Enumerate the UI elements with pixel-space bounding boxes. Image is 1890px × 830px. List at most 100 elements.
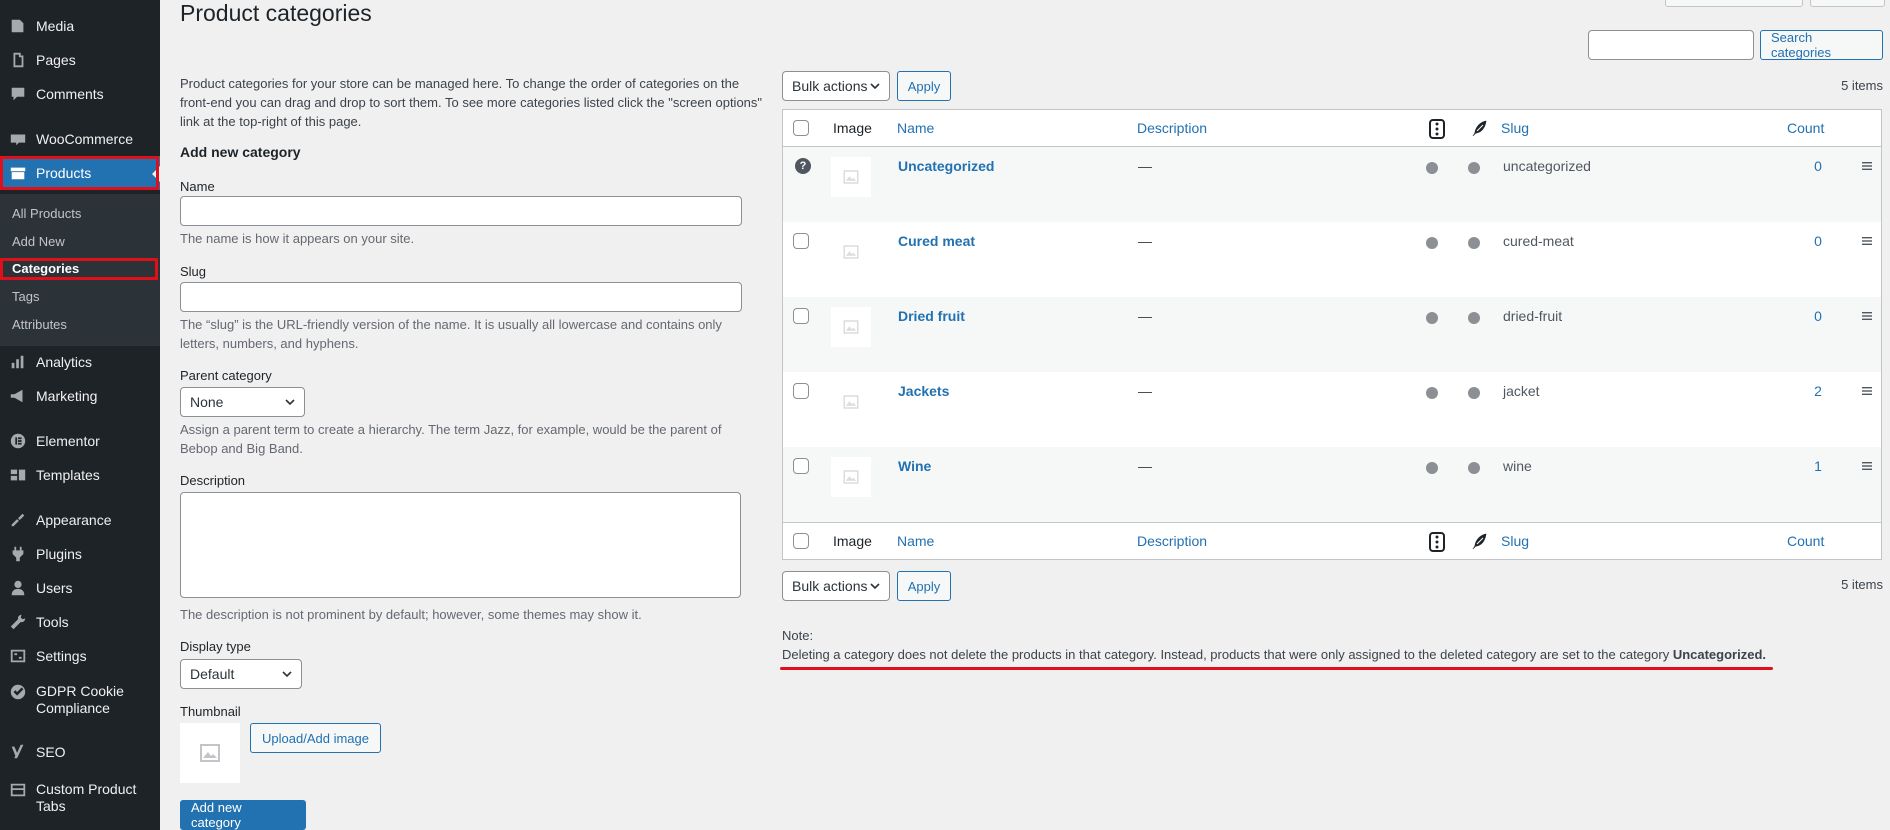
row-checkbox[interactable] <box>793 308 809 324</box>
sidebar-item-tools[interactable]: Tools <box>0 605 160 639</box>
chevron-down-icon <box>282 671 292 678</box>
category-count-link[interactable]: 0 <box>1808 233 1828 249</box>
sidebar-item-label: Analytics <box>36 353 93 370</box>
drag-handle-icon[interactable] <box>1861 460 1873 472</box>
sidebar-item-seo[interactable]: SEO <box>0 735 160 769</box>
status-dot <box>1426 312 1438 324</box>
column-slug-footer[interactable]: Slug <box>1501 533 1529 549</box>
help-icon[interactable]: ? <box>795 158 811 174</box>
sidebar-item-label: Comments <box>36 85 104 102</box>
sidebar-item-gdpr[interactable]: GDPR Cookie Compliance <box>0 680 160 720</box>
apply-button-bottom[interactable]: Apply <box>897 571 951 601</box>
screen-options-button[interactable] <box>1665 0 1803 7</box>
category-description: — <box>1138 383 1152 399</box>
sidebar-item-comments[interactable]: Comments <box>0 77 160 111</box>
sidebar-item-pages[interactable]: Pages <box>0 43 160 77</box>
submenu-item-categories[interactable]: Categories <box>12 261 79 276</box>
sidebar-item-appearance[interactable]: Appearance <box>0 503 160 537</box>
submenu-item-all-products[interactable]: All Products <box>12 206 81 221</box>
display-type-select[interactable]: Default <box>180 659 302 689</box>
drag-handle-icon[interactable] <box>1861 310 1873 322</box>
status-dot <box>1468 312 1480 324</box>
description-textarea[interactable] <box>180 492 741 598</box>
category-count-link[interactable]: 0 <box>1808 158 1828 174</box>
sidebar-item-label: Users <box>36 579 73 596</box>
select-all-checkbox[interactable] <box>793 120 809 136</box>
table-row: Dried fruit — dried-fruit 0 <box>783 297 1881 372</box>
sidebar-item-label: WooCommerce <box>36 130 133 147</box>
category-count-link[interactable]: 0 <box>1808 308 1828 324</box>
tabs-icon <box>8 780 28 800</box>
sidebar-item-custom-product-tabs[interactable]: Custom Product Tabs <box>0 778 160 818</box>
category-count-link[interactable]: 1 <box>1808 458 1828 474</box>
add-new-category-button[interactable]: Add new category <box>180 800 306 830</box>
category-name-link[interactable]: Cured meat <box>898 233 975 249</box>
image-placeholder-icon <box>843 470 859 484</box>
apply-button-top[interactable]: Apply <box>897 71 951 101</box>
pages-icon <box>8 50 28 70</box>
category-name-link[interactable]: Wine <box>898 458 931 474</box>
name-input[interactable] <box>180 196 742 226</box>
submenu-item-attributes[interactable]: Attributes <box>12 317 67 332</box>
submenu-item-tags[interactable]: Tags <box>12 289 39 304</box>
sidebar-item-label: Products <box>36 164 92 181</box>
help-button[interactable] <box>1810 0 1885 7</box>
category-slug: uncategorized <box>1503 158 1591 174</box>
row-checkbox[interactable] <box>793 458 809 474</box>
sidebar-item-users[interactable]: Users <box>0 571 160 605</box>
page-title: Product categories <box>180 0 372 26</box>
table-row: Cured meat — cured-meat 0 <box>783 222 1881 297</box>
submenu-item-add-new[interactable]: Add New <box>12 234 65 249</box>
bulk-actions-select-bottom[interactable]: Bulk actions <box>782 571 890 601</box>
sidebar-item-templates[interactable]: Templates <box>0 458 160 492</box>
drag-handle-icon[interactable] <box>1861 385 1873 397</box>
category-name-link[interactable]: Uncategorized <box>898 158 994 174</box>
search-categories-button[interactable]: Search categories <box>1760 30 1883 60</box>
sidebar-item-analytics[interactable]: Analytics <box>0 345 160 379</box>
search-input[interactable] <box>1588 30 1754 60</box>
users-icon <box>8 578 28 598</box>
category-count-link[interactable]: 2 <box>1808 383 1828 399</box>
bulk-actions-select-top[interactable]: Bulk actions <box>782 71 890 101</box>
status-dot <box>1468 387 1480 399</box>
thumbnail-preview <box>180 723 240 783</box>
sidebar-item-media[interactable]: Media <box>0 9 160 43</box>
column-count[interactable]: Count <box>1787 120 1824 136</box>
sidebar-item-products[interactable]: Products <box>0 156 160 190</box>
column-description[interactable]: Description <box>1137 120 1207 136</box>
sidebar-item-label: Elementor <box>36 432 100 449</box>
drag-handle-icon[interactable] <box>1861 235 1873 247</box>
sidebar-item-elementor[interactable]: Elementor <box>0 424 160 458</box>
sidebar-item-woocommerce[interactable]: WooCommerce <box>0 122 160 156</box>
table-footer: Image Name Description Slug Count <box>783 522 1881 559</box>
feather-icon <box>1471 119 1488 137</box>
form-heading: Add new category <box>180 144 301 160</box>
upload-image-button[interactable]: Upload/Add image <box>250 723 381 753</box>
slug-help: The “slug” is the URL-friendly version o… <box>180 317 722 351</box>
bulk-actions-value: Bulk actions <box>792 578 868 594</box>
note-title: Note: <box>782 628 814 643</box>
slug-input[interactable] <box>180 282 742 312</box>
description-help: The description is not prominent by defa… <box>180 607 642 622</box>
sidebar-item-label: Pages <box>36 51 76 68</box>
column-name[interactable]: Name <box>897 120 934 136</box>
row-checkbox[interactable] <box>793 233 809 249</box>
select-all-checkbox-footer[interactable] <box>793 533 809 549</box>
sidebar-item-marketing[interactable]: Marketing <box>0 379 160 413</box>
column-name-footer[interactable]: Name <box>897 533 934 549</box>
category-thumbnail <box>831 157 871 197</box>
category-name-link[interactable]: Dried fruit <box>898 308 965 324</box>
parent-category-select[interactable]: None <box>180 387 305 417</box>
table-header: Image Name Description Slug Count <box>783 110 1881 147</box>
sidebar-item-plugins[interactable]: Plugins <box>0 537 160 571</box>
category-name-link[interactable]: Jackets <box>898 383 949 399</box>
category-thumbnail <box>831 457 871 497</box>
gdpr-icon <box>8 682 28 702</box>
display-type-label: Display type <box>180 639 251 654</box>
drag-handle-icon[interactable] <box>1861 160 1873 172</box>
column-description-footer[interactable]: Description <box>1137 533 1207 549</box>
sidebar-item-settings[interactable]: Settings <box>0 639 160 673</box>
row-checkbox[interactable] <box>793 383 809 399</box>
column-slug[interactable]: Slug <box>1501 120 1529 136</box>
column-count-footer[interactable]: Count <box>1787 533 1824 549</box>
